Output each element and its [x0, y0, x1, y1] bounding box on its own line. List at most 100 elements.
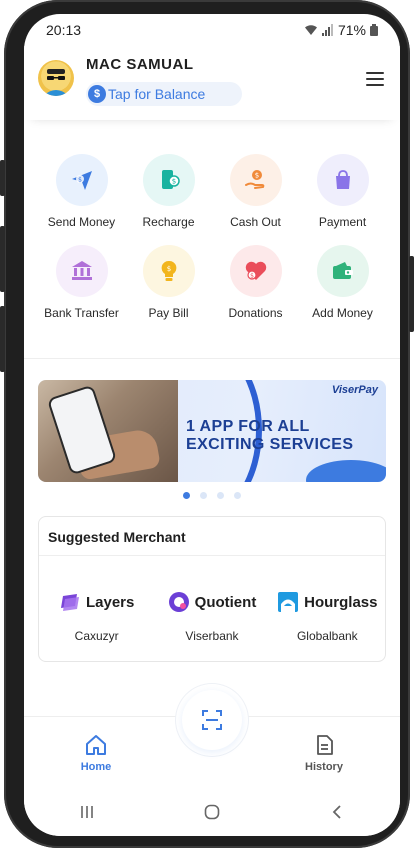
back-chevron-icon	[333, 805, 341, 819]
hamburger-icon	[366, 78, 384, 80]
merchant-logo: Hourglass	[277, 589, 378, 615]
banner-blob-decoration	[306, 460, 386, 482]
status-time: 20:13	[46, 22, 82, 38]
service-recharge[interactable]: $ Recharge	[125, 154, 212, 229]
history-icon	[317, 735, 333, 755]
recharge-icon: $	[161, 170, 180, 189]
power-button	[409, 256, 414, 332]
bank-icon	[71, 261, 92, 280]
home-icon	[86, 735, 106, 755]
service-bank-transfer[interactable]: Bank Transfer	[38, 245, 125, 320]
merchant-logo-text: Quotient	[194, 593, 257, 611]
service-icon-bg	[316, 154, 369, 206]
menu-button[interactable]	[366, 72, 384, 86]
service-icon-bg	[55, 245, 108, 297]
merchant-list: Layers Caxuzyr Quotient Viserbank Hourgl…	[39, 589, 385, 643]
merchant-item[interactable]: Layers Caxuzyr	[39, 589, 154, 643]
scan-button[interactable]	[176, 684, 248, 756]
nav-home[interactable]: Home	[56, 733, 136, 773]
service-donations[interactable]: $ Donations	[212, 245, 299, 320]
service-label: Bank Transfer	[44, 306, 119, 320]
avatar[interactable]	[38, 60, 74, 96]
back-button[interactable]	[317, 797, 357, 827]
balance-button[interactable]: $ Tap for Balance	[86, 82, 242, 106]
merchant-name: Caxuzyr	[74, 629, 119, 643]
add-money-icon	[332, 262, 353, 279]
section-divider	[24, 358, 400, 359]
section-title: Suggested Merchant	[48, 529, 186, 545]
service-label: Payment	[318, 215, 367, 229]
layers-logo-icon	[60, 594, 79, 611]
carousel-dot[interactable]	[234, 492, 241, 499]
service-send-money[interactable]: $ Send Money	[38, 154, 125, 229]
balance-label: Tap for Balance	[108, 86, 206, 102]
banner-headline-line: EXCITING SERVICES	[186, 436, 354, 453]
recent-apps-button[interactable]	[67, 797, 107, 827]
status-bar: 20:13 71%	[24, 14, 400, 46]
service-icon-bg: $	[229, 245, 282, 297]
service-payment[interactable]: Payment	[299, 154, 386, 229]
merchant-item[interactable]: Quotient Viserbank	[154, 589, 269, 643]
volume-button	[0, 160, 5, 196]
hamburger-icon	[366, 72, 384, 74]
signal-icon	[321, 24, 333, 36]
pay-bill-icon: $	[161, 260, 176, 281]
service-add-money[interactable]: Add Money	[299, 245, 386, 320]
donation-icon: $	[245, 261, 266, 280]
carousel-dot[interactable]	[217, 492, 224, 499]
avatar-icon	[43, 69, 69, 96]
merchant-name: Globalbank	[296, 629, 358, 643]
service-cash-out[interactable]: $ Cash Out	[212, 154, 299, 229]
home-system-button[interactable]	[192, 797, 232, 827]
phone-frame: 20:13 71% MAC SAMUAL $ Tap for Balance $…	[0, 0, 414, 848]
banner-brand-logo: ViserPay	[331, 384, 378, 396]
home-circle-icon	[204, 804, 220, 820]
svg-text:$: $	[250, 272, 254, 279]
merchant-item[interactable]: Hourglass Globalbank	[270, 589, 385, 643]
wifi-icon	[304, 25, 317, 35]
service-icon-bg: $	[142, 154, 195, 206]
merchant-logo: Layers	[59, 589, 134, 615]
svg-text:$: $	[171, 178, 175, 186]
carousel-dot[interactable]	[200, 492, 207, 499]
merchant-name: Viserbank	[185, 629, 239, 643]
svg-text:$: $	[78, 177, 82, 184]
qr-scan-icon	[202, 710, 222, 730]
battery-percent: 71%	[337, 22, 366, 38]
cash-out-icon: $	[244, 170, 264, 189]
scan-button-inner	[182, 690, 242, 750]
nav-history[interactable]: History	[284, 733, 364, 773]
services-row: $ Send Money $ Recharge $ Cash Out Payme…	[24, 154, 400, 229]
payment-icon	[335, 170, 350, 189]
service-label: Send Money	[47, 215, 116, 229]
service-icon-bg: $	[142, 245, 195, 297]
nav-label: Home	[80, 761, 112, 773]
nav-label: History	[305, 761, 343, 773]
merchant-logo: Quotient	[168, 589, 257, 615]
service-pay-bill[interactable]: $ Pay Bill	[125, 245, 212, 320]
carousel-dot[interactable]	[183, 492, 190, 499]
service-label: Donations	[228, 306, 283, 320]
volume-button	[0, 306, 5, 372]
banner-headline: 1 APP FOR ALL EXCITING SERVICES	[186, 418, 353, 454]
suggested-merchant-card: Suggested Merchant Layers Caxuzyr Quotie…	[38, 516, 386, 662]
carousel-dots	[24, 492, 400, 499]
services-row: Bank Transfer $ Pay Bill $ Donations Add…	[24, 245, 400, 320]
card-divider	[39, 555, 385, 556]
recent-apps-icon	[80, 806, 93, 818]
hamburger-icon	[366, 84, 384, 86]
service-label: Cash Out	[230, 215, 281, 229]
service-icon-bg: $	[55, 154, 108, 206]
app-header: MAC SAMUAL $ Tap for Balance	[24, 46, 400, 120]
service-label: Recharge	[142, 215, 195, 229]
service-icon-bg: $	[229, 154, 282, 206]
dollar-icon: $	[88, 85, 106, 103]
app-screen: 20:13 71% MAC SAMUAL $ Tap for Balance $…	[24, 14, 400, 836]
svg-text:$: $	[166, 265, 170, 273]
send-money-icon: $	[71, 171, 92, 190]
banner-headline-line: 1 APP FOR ALL	[186, 418, 310, 435]
merchant-logo-text: Layers	[85, 593, 135, 611]
quotient-logo-icon	[168, 592, 189, 612]
promo-banner[interactable]: ViserPay 1 APP FOR ALL EXCITING SERVICES	[38, 380, 386, 482]
volume-button	[0, 226, 5, 292]
